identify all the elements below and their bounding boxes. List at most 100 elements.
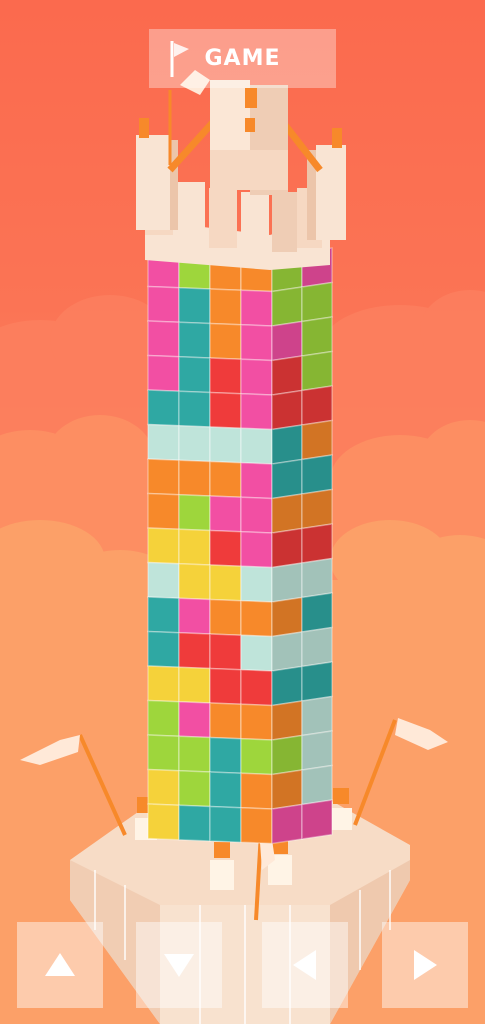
tower-block <box>301 661 333 702</box>
tower-block <box>301 350 333 392</box>
tower-block <box>178 631 211 670</box>
tower-block <box>209 391 242 430</box>
tower-block <box>240 496 273 534</box>
tower-block <box>271 286 303 327</box>
tower-block <box>178 355 211 394</box>
tower-block <box>209 805 242 844</box>
tower-block <box>240 461 273 500</box>
tower-block <box>178 459 211 497</box>
tower-block <box>271 355 303 396</box>
tower-block <box>209 529 242 568</box>
tower-block <box>209 667 242 706</box>
flag-icon <box>170 41 189 77</box>
tower-block <box>240 530 273 569</box>
tower-block <box>178 597 211 635</box>
tower-block <box>301 281 333 323</box>
tower-block <box>271 769 303 810</box>
tower-block <box>178 562 211 601</box>
triangle-right-icon <box>414 950 437 980</box>
move-up-button[interactable] <box>17 922 103 1008</box>
tower-block <box>271 493 303 534</box>
tower-block <box>301 523 333 564</box>
tower-block <box>147 458 180 496</box>
tower-block <box>301 419 333 461</box>
tower-block <box>178 735 211 773</box>
tower-block <box>240 806 273 845</box>
tower-left-face <box>147 251 273 845</box>
tower-block <box>240 565 273 603</box>
tower-block <box>147 492 180 531</box>
tower-block <box>178 666 211 704</box>
tower-block <box>240 392 273 431</box>
tower-block <box>271 458 303 500</box>
tower-block <box>209 736 242 775</box>
tower-block <box>271 803 303 845</box>
tower-block <box>178 390 211 428</box>
tower-block <box>240 358 273 396</box>
tower-block <box>209 702 242 740</box>
tower-block <box>147 285 180 324</box>
tower-block <box>271 527 303 569</box>
triangle-down-icon <box>164 954 194 977</box>
tower-block <box>178 493 211 532</box>
tower-block <box>240 703 273 741</box>
tower-block <box>301 488 333 530</box>
tower-block <box>240 289 273 327</box>
tower-block <box>147 596 180 634</box>
tower-block <box>240 323 273 362</box>
tower-block <box>147 699 180 738</box>
tower-block <box>301 557 333 599</box>
tower-block <box>301 385 333 426</box>
tower-block <box>209 357 242 395</box>
tower-block <box>271 424 303 465</box>
tower-block <box>271 734 303 776</box>
tower-block <box>271 596 303 638</box>
tower-block <box>301 695 333 737</box>
tower-block <box>147 354 180 393</box>
tower-block <box>178 286 211 325</box>
tower-block <box>240 772 273 810</box>
game-scene <box>0 70 485 1024</box>
tower-block <box>147 803 180 841</box>
tower-block <box>271 631 303 672</box>
triangle-up-icon <box>45 953 75 976</box>
tower-block <box>209 771 242 809</box>
tower-block <box>301 454 333 495</box>
tower-block <box>147 665 180 703</box>
move-left-button[interactable] <box>262 922 348 1008</box>
tower-block <box>147 389 180 427</box>
tower-block <box>301 799 333 840</box>
move-right-button[interactable] <box>382 922 468 1008</box>
tower-block <box>209 564 242 602</box>
tower-block <box>271 320 303 362</box>
tower-block <box>147 527 180 565</box>
tower-block <box>209 460 242 499</box>
tower-block <box>240 427 273 465</box>
tower-block <box>147 630 180 669</box>
tower-block <box>271 562 303 603</box>
tower-block <box>147 734 180 772</box>
tower-block <box>271 700 303 741</box>
tower-block <box>301 764 333 806</box>
tower-block <box>240 599 273 638</box>
tower-block <box>178 700 211 739</box>
game-mode-button[interactable]: GAME <box>149 29 336 88</box>
game-mode-label: GAME <box>204 46 281 71</box>
move-down-button[interactable] <box>136 922 222 1008</box>
tower-block <box>209 633 242 671</box>
tower-block <box>178 321 211 359</box>
tower-block <box>240 634 273 672</box>
tower-right-face <box>271 247 333 845</box>
tower-block <box>178 804 211 842</box>
tower-block <box>209 288 242 326</box>
tower-block <box>147 320 180 358</box>
tower-block <box>147 561 180 600</box>
tower-block <box>147 768 180 807</box>
tower-block <box>271 389 303 431</box>
tower-block <box>178 528 211 566</box>
tower-block <box>301 626 333 668</box>
tower-block <box>209 322 242 361</box>
tower-block <box>301 316 333 357</box>
tower-block <box>209 598 242 637</box>
tower-block <box>178 769 211 808</box>
